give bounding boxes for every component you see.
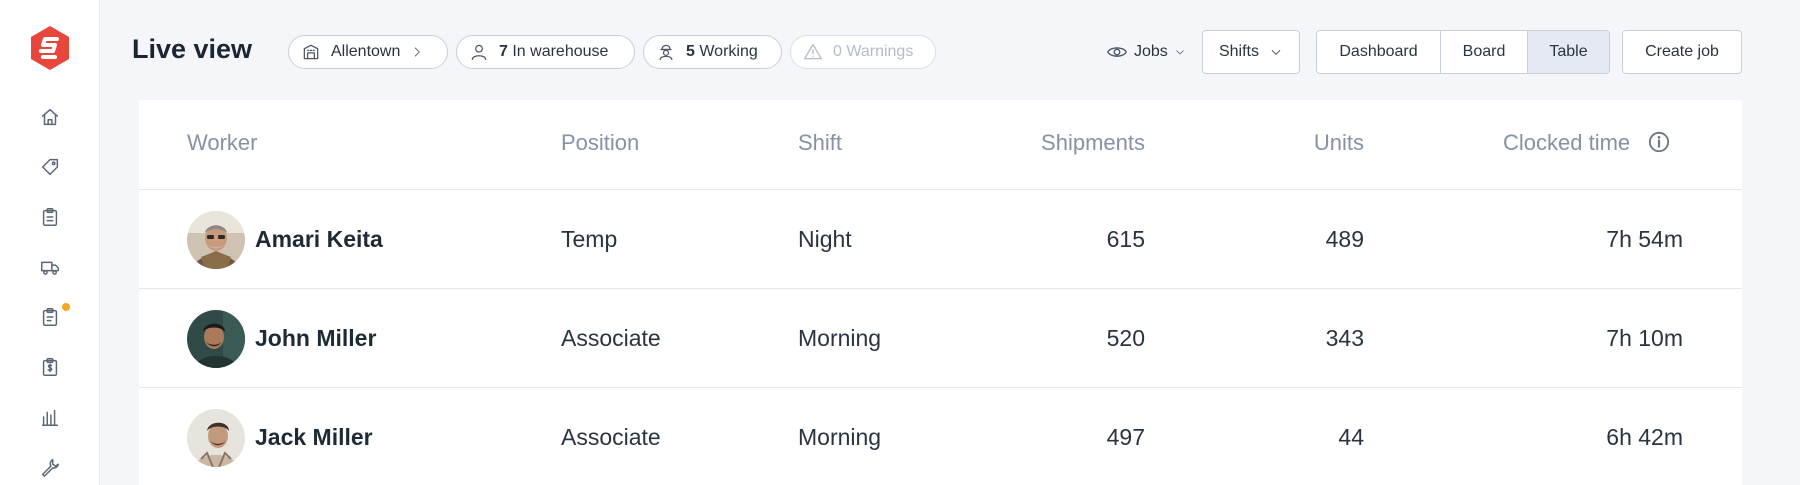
units-cell: 489	[1325, 226, 1364, 252]
avatar	[187, 409, 245, 467]
working-chip[interactable]: 5 Working	[643, 35, 782, 69]
avatar	[187, 211, 245, 269]
notification-dot	[62, 303, 70, 311]
nav-settings[interactable]	[36, 453, 64, 481]
column-header-clocked-time[interactable]: Clocked time	[1503, 130, 1670, 156]
chevron-down-icon	[1176, 50, 1184, 55]
warnings-label: 0 Warnings	[833, 43, 914, 60]
chevron-right-icon	[415, 47, 421, 57]
worker-name: Jack Miller	[255, 424, 373, 450]
warnings-chip[interactable]: 0 Warnings	[790, 35, 936, 69]
table-row[interactable]: Jack Miller Associate Morning 497 44 6h …	[139, 388, 1742, 485]
column-header-shipments[interactable]: Shipments	[975, 130, 1145, 156]
column-header-shift[interactable]: Shift	[798, 130, 842, 156]
info-icon[interactable]	[1648, 131, 1670, 153]
working-label: Working	[699, 43, 758, 60]
view-dashboard-button[interactable]: Dashboard	[1317, 31, 1441, 73]
worker-name: Amari Keita	[255, 226, 383, 252]
invoice-icon	[42, 358, 58, 376]
in-warehouse-count: 7	[499, 43, 508, 60]
truck-icon	[41, 261, 59, 275]
table-row[interactable]: John Miller Associate Morning 520 343 7h…	[139, 289, 1742, 388]
position-cell: Temp	[561, 226, 618, 252]
view-table-button[interactable]: Table	[1528, 31, 1609, 73]
clocked-time-cell: 7h 10m	[1606, 325, 1683, 351]
view-switcher: Dashboard Board Table	[1316, 30, 1610, 74]
jobs-label: Jobs	[1134, 43, 1168, 60]
bar-chart-icon	[41, 409, 59, 426]
page-title: Live view	[132, 34, 253, 64]
in-warehouse-label: In warehouse	[512, 43, 609, 60]
in-warehouse-chip[interactable]: 7 In warehouse	[456, 35, 635, 69]
avatar	[187, 310, 245, 368]
worker-name: John Miller	[255, 325, 377, 351]
building-icon	[303, 44, 319, 60]
jobs-toggle[interactable]: Jobs	[1106, 40, 1186, 64]
working-text: 5 Working	[686, 43, 758, 61]
location-chip[interactable]: Allentown	[288, 35, 448, 69]
workers-table: Worker Position Shift Shipments Units Cl…	[139, 100, 1742, 485]
nav-tasks[interactable]	[36, 303, 70, 331]
position-cell: Associate	[561, 424, 661, 450]
shift-cell: Morning	[798, 325, 882, 351]
column-header-units[interactable]: Units	[1194, 130, 1364, 156]
units-cell: 44	[1338, 424, 1364, 450]
clocked-time-cell: 7h 54m	[1606, 226, 1683, 252]
nav-analytics[interactable]	[36, 403, 64, 431]
shipments-cell: 497	[1106, 424, 1145, 450]
nav-pricing[interactable]	[36, 153, 64, 181]
chevron-down-icon	[1271, 49, 1281, 55]
position-cell: Associate	[561, 325, 661, 351]
eye-icon	[1107, 47, 1127, 57]
column-header-worker[interactable]: Worker	[187, 130, 258, 156]
shift-cell: Morning	[798, 424, 882, 450]
create-job-button[interactable]: Create job	[1622, 30, 1742, 74]
worker-icon	[659, 44, 673, 61]
shifts-dropdown[interactable]: Shifts	[1202, 30, 1300, 74]
wrench-icon	[41, 458, 59, 477]
shifts-label: Shifts	[1218, 43, 1259, 60]
units-cell: 343	[1325, 325, 1364, 351]
column-header-position[interactable]: Position	[561, 130, 639, 156]
in-warehouse-text: 7 In warehouse	[499, 43, 608, 61]
nav-shipping[interactable]	[36, 253, 64, 281]
table-row[interactable]: Amari Keita Temp Night 615 489 7h 54m	[139, 190, 1742, 289]
shipments-cell: 520	[1106, 325, 1145, 351]
nav-orders[interactable]	[36, 203, 64, 231]
working-count: 5	[686, 43, 695, 60]
home-icon	[41, 108, 59, 126]
clocked-time-cell: 6h 42m	[1606, 424, 1683, 450]
sidebar	[0, 0, 100, 485]
location-label: Allentown	[331, 43, 401, 60]
view-board-button[interactable]: Board	[1441, 31, 1528, 73]
person-icon	[471, 44, 487, 61]
clipboard-list-icon	[42, 308, 58, 326]
table-header: Worker Position Shift Shipments Units Cl…	[139, 100, 1742, 190]
nav-billing[interactable]	[36, 353, 64, 381]
nav-home[interactable]	[36, 103, 64, 131]
brand-logo[interactable]	[28, 24, 72, 72]
clocked-time-label: Clocked time	[1503, 130, 1631, 155]
tag-icon	[41, 158, 59, 176]
shipments-cell: 615	[1106, 226, 1145, 252]
clipboard-icon	[42, 208, 58, 226]
shift-cell: Night	[798, 226, 852, 252]
warning-icon	[804, 43, 822, 60]
